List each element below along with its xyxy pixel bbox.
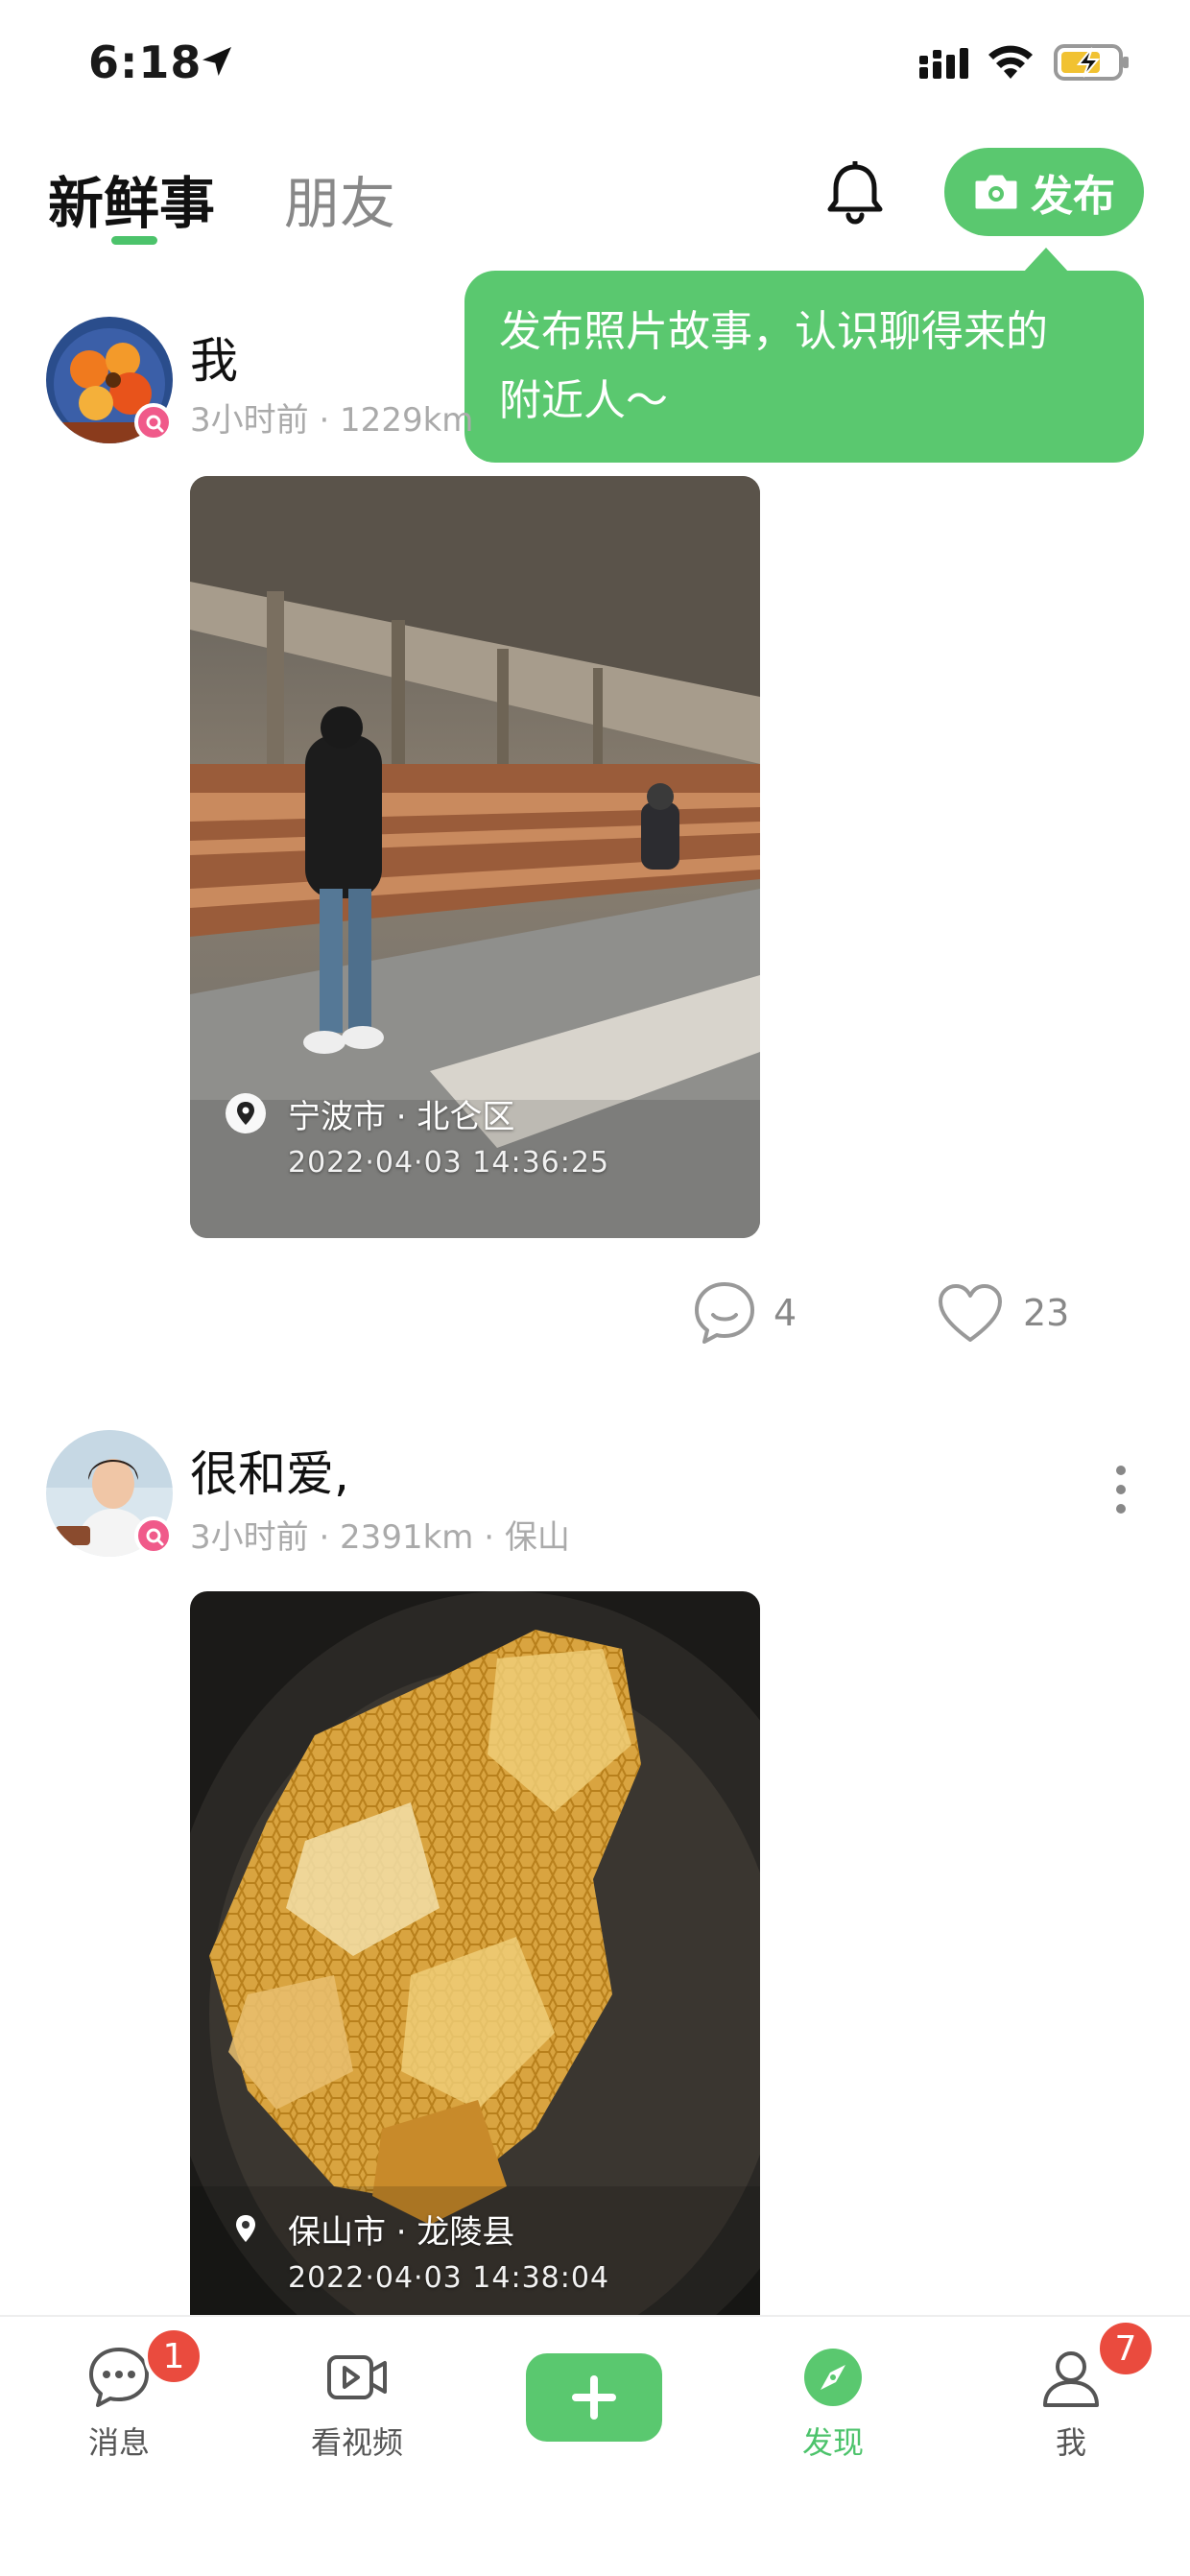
bottom-navigation: 消息 1 看视频 发现 我 7 xyxy=(0,2315,1190,2576)
tab-friends[interactable]: 朋友 xyxy=(284,158,395,239)
tooltip-line-2: 附近人～ xyxy=(499,376,668,425)
publish-tooltip[interactable]: 发布照片故事，认识聊得来的 附近人～ xyxy=(464,271,1144,463)
video-icon xyxy=(327,2355,387,2399)
nav-label: 发现 xyxy=(801,2424,864,2461)
unread-badge: 1 xyxy=(144,2326,203,2386)
photo-timestamp: 2022·04·03 14:36:25 xyxy=(288,1146,610,1180)
tab-fresh-news[interactable]: 新鲜事 xyxy=(48,158,215,239)
location-arrow-icon xyxy=(202,47,231,76)
photo-location: 宁波市 · 北仑区 xyxy=(288,1098,515,1136)
photo-location: 保山市 · 龙陵县 xyxy=(288,2213,515,2252)
location-pin-icon xyxy=(226,1093,266,1133)
profile-icon xyxy=(1043,2351,1099,2407)
bell-icon[interactable] xyxy=(823,161,887,227)
camera-icon xyxy=(975,175,1017,209)
comment-count: 4 xyxy=(774,1292,797,1334)
active-tab-indicator xyxy=(111,236,157,245)
post-meta: 3小时前 · 1229km xyxy=(190,401,474,440)
message-icon xyxy=(89,2348,149,2407)
like-count: 23 xyxy=(1023,1292,1070,1334)
heart-icon[interactable] xyxy=(937,1280,1004,1348)
post-photo[interactable]: 保山市 · 龙陵县 2022·04·03 14:38:04 xyxy=(190,1591,760,2321)
location-pin-icon xyxy=(236,2215,255,2242)
battery-charging-icon xyxy=(1054,44,1129,81)
post-photo[interactable]: 宁波市 · 北仑区 2022·04·03 14:36:25 xyxy=(190,476,760,1238)
plus-icon xyxy=(572,2375,616,2420)
status-time: 6:18 xyxy=(88,36,202,88)
nav-label: 我 xyxy=(1055,2424,1086,2461)
compass-icon xyxy=(804,2349,862,2406)
nav-item-discover[interactable]: 发现 xyxy=(737,2317,929,2463)
publish-button[interactable]: 发布 xyxy=(944,148,1144,236)
photo-timestamp: 2022·04·03 14:38:04 xyxy=(288,2261,610,2295)
more-options-icon[interactable] xyxy=(1109,1463,1132,1516)
create-post-button[interactable] xyxy=(526,2353,662,2442)
cellular-signal-icon xyxy=(919,48,968,79)
tooltip-line-1: 发布照片故事，认识聊得来的 xyxy=(499,307,1048,356)
nav-item-videos[interactable]: 看视频 xyxy=(261,2317,453,2463)
post-author-name[interactable]: 很和爱, xyxy=(190,1436,349,1505)
unread-badge: 7 xyxy=(1096,2319,1155,2378)
wifi-icon xyxy=(988,45,1033,79)
nav-label: 看视频 xyxy=(310,2424,403,2461)
post-meta: 3小时前 · 2391km · 保山 xyxy=(190,1518,570,1557)
search-badge-icon xyxy=(134,403,173,441)
status-bar: 6:18 xyxy=(0,0,1190,125)
tooltip-arrow xyxy=(1023,248,1069,273)
nav-label: 消息 xyxy=(87,2424,150,2461)
search-badge-icon xyxy=(134,1516,173,1555)
comment-icon[interactable] xyxy=(691,1278,758,1346)
publish-label: 发布 xyxy=(1031,172,1115,221)
post-author-name[interactable]: 我 xyxy=(190,322,238,392)
